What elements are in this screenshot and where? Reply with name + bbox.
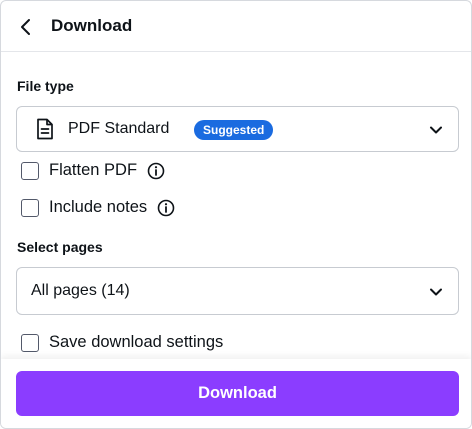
flatten-pdf-option: Flatten PDF [21, 161, 165, 180]
select-pages-label: Select pages [17, 239, 103, 255]
download-panel: Download File type PDF Standard Suggeste… [0, 0, 472, 429]
flatten-pdf-checkbox[interactable] [21, 161, 39, 180]
save-settings-checkbox[interactable] [21, 333, 39, 352]
flatten-pdf-label: Flatten PDF [49, 161, 138, 179]
pages-value: All pages (14) [31, 282, 130, 299]
suggested-badge: Suggested [194, 120, 274, 140]
page-title: Download [51, 16, 133, 35]
chevron-down-icon [430, 126, 442, 134]
save-settings-label: Save download settings [49, 333, 224, 351]
back-button[interactable] [13, 14, 39, 40]
chevron-down-icon [430, 288, 442, 296]
document-icon [37, 118, 53, 140]
info-icon[interactable] [147, 162, 165, 180]
include-notes-option: Include notes [21, 198, 175, 217]
include-notes-checkbox[interactable] [21, 198, 39, 217]
pages-select[interactable]: All pages (14) [16, 267, 459, 315]
file-type-value: PDF Standard [68, 120, 170, 137]
chevron-left-icon [21, 19, 30, 35]
panel-footer: Download [1, 359, 471, 428]
download-button[interactable]: Download [16, 371, 459, 416]
save-settings-option: Save download settings [21, 333, 223, 352]
file-type-label: File type [17, 78, 74, 94]
info-icon[interactable] [157, 199, 175, 217]
file-type-select[interactable]: PDF Standard Suggested [16, 106, 459, 152]
include-notes-label: Include notes [49, 198, 148, 216]
panel-header: Download [1, 1, 471, 52]
